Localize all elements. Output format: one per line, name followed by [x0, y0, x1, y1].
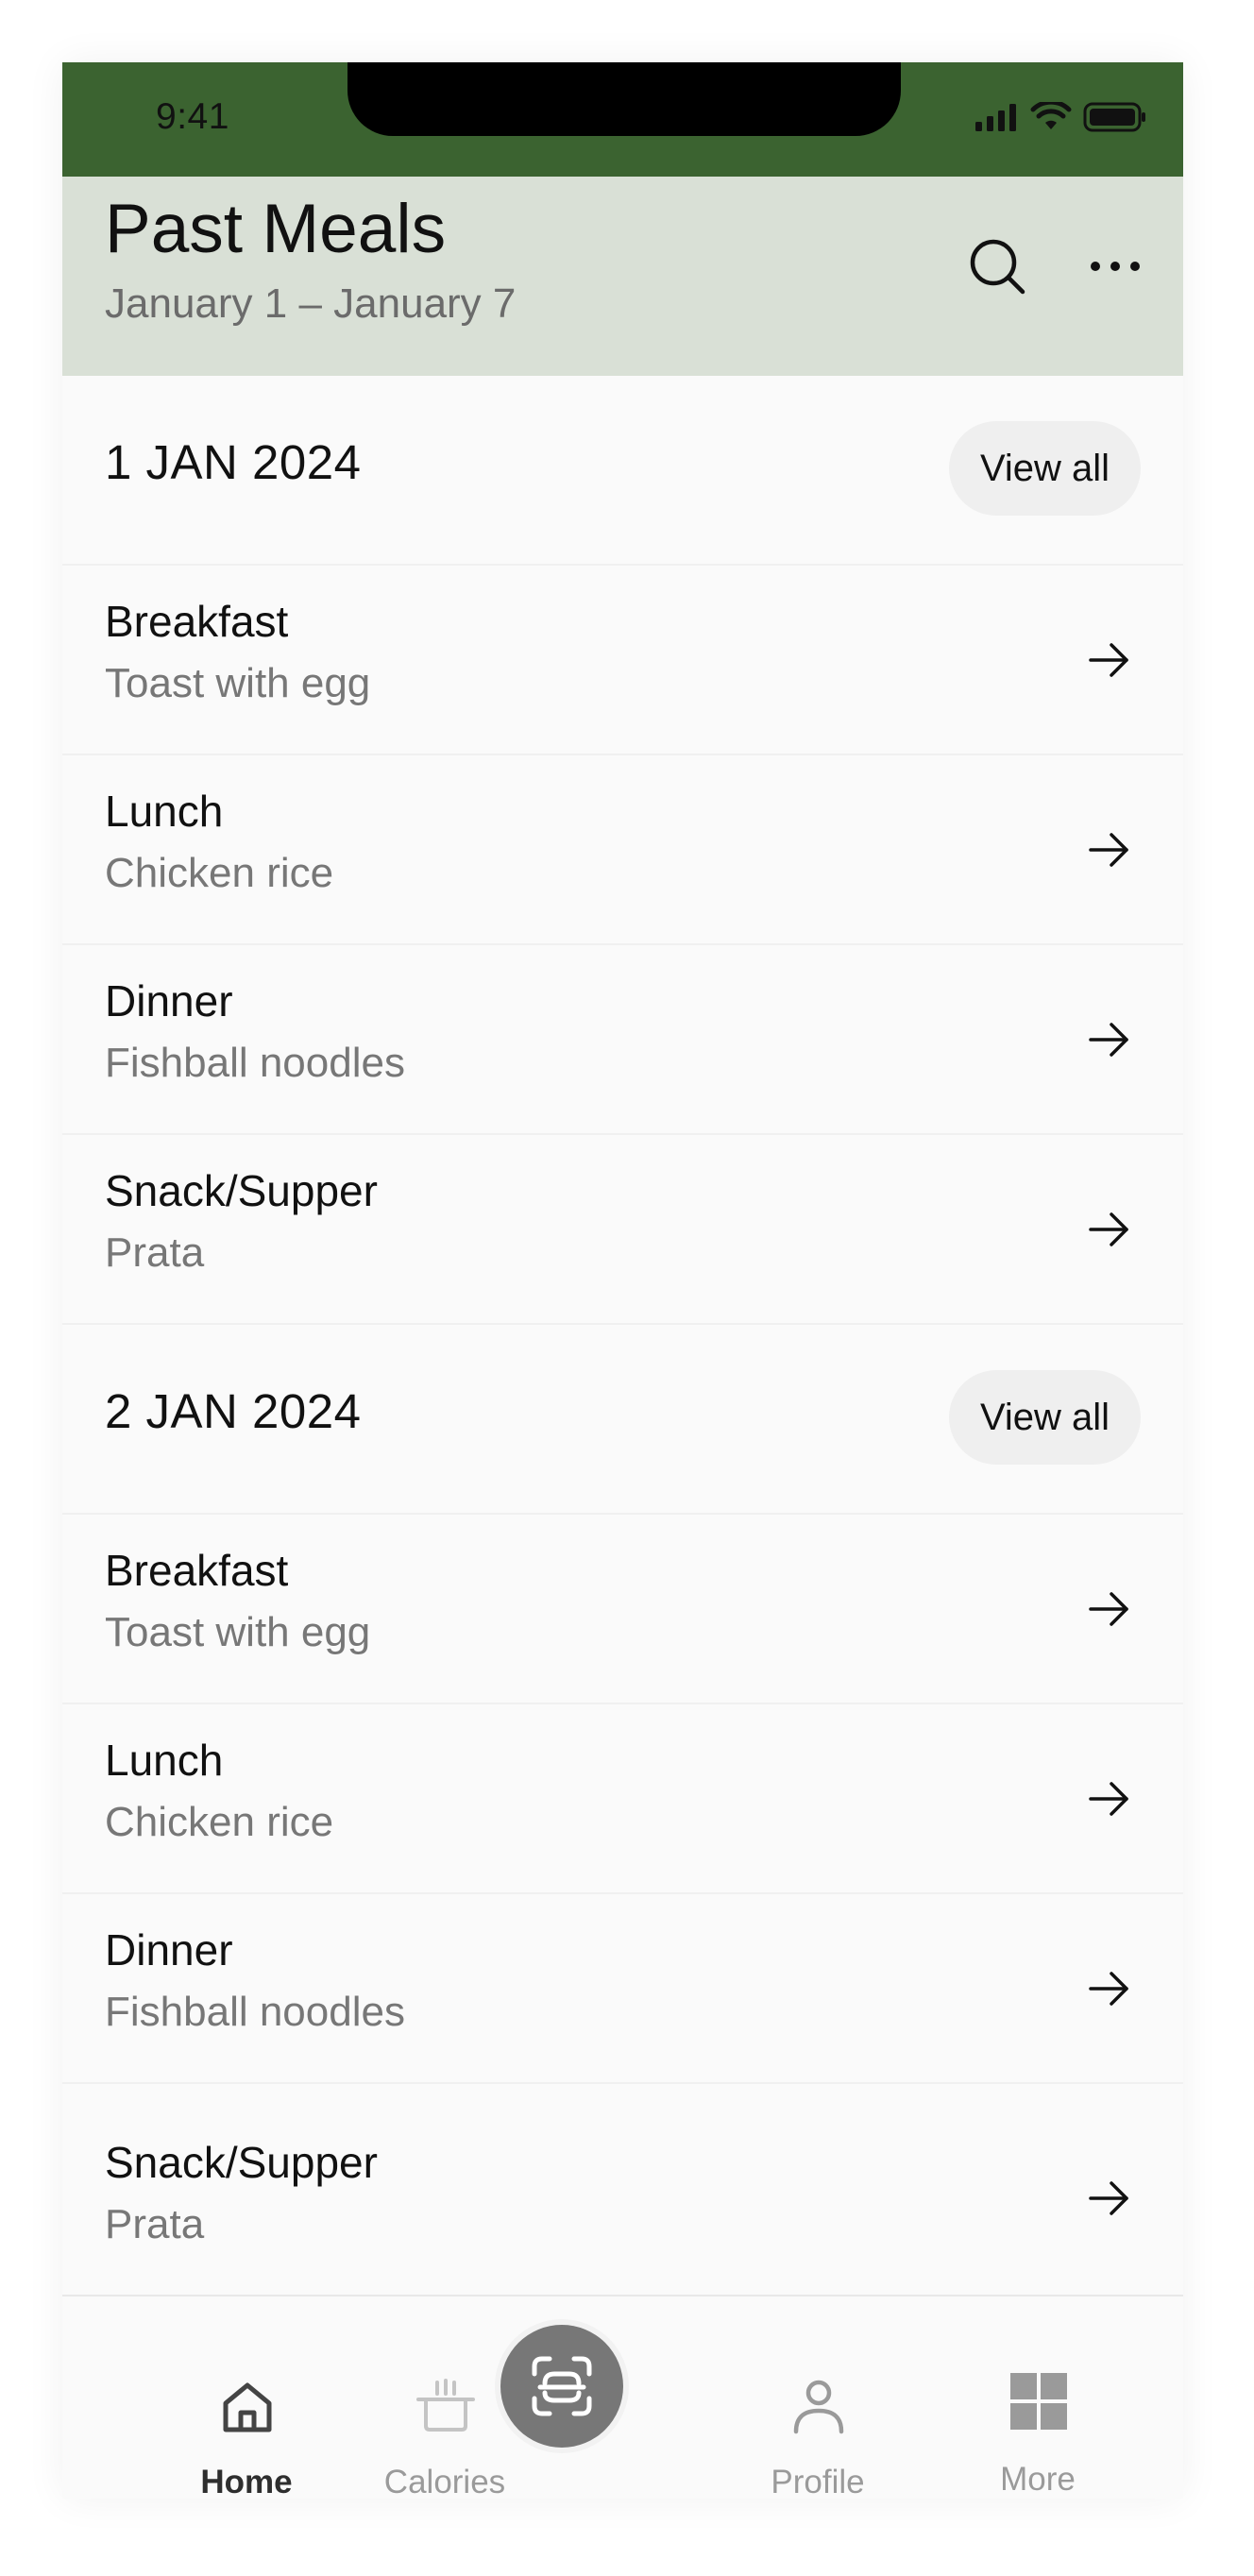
meal-row-dinner[interactable]: Dinner Fishball noodles — [62, 1894, 1183, 2084]
arrow-right-icon — [1089, 643, 1128, 677]
nav-item-profile[interactable]: Profile — [723, 2296, 912, 2499]
arrow-right-icon — [1089, 1212, 1128, 1246]
nav-item-home[interactable]: Home — [152, 2296, 341, 2499]
meal-row-dinner[interactable]: Dinner Fishball noodles — [62, 945, 1183, 1135]
date-label: 2 JAN 2024 — [105, 1384, 362, 1438]
page-title: Past Meals — [105, 191, 447, 267]
phone-screen: 9:41 Past Meals January 1 – January 7 1 … — [62, 62, 1183, 2499]
pot-icon — [416, 2379, 475, 2432]
meal-food: Prata — [105, 1229, 205, 1276]
arrow-right-icon — [1089, 1972, 1128, 2006]
meal-list: 1 JAN 2024 View all Breakfast Toast with… — [62, 376, 1183, 2313]
meal-name: Lunch — [105, 1736, 224, 1785]
meal-name: Dinner — [105, 976, 233, 1025]
home-icon — [223, 2382, 272, 2432]
date-header-row: 1 JAN 2024 View all — [62, 376, 1183, 566]
arrow-right-icon — [1089, 1592, 1128, 1626]
arrow-right-icon — [1089, 2181, 1128, 2215]
meal-food: Chicken rice — [105, 1799, 334, 1845]
date-range-subtitle: January 1 – January 7 — [105, 280, 517, 327]
arrow-right-icon — [1089, 1023, 1128, 1057]
nav-item-more[interactable]: More — [943, 2296, 1132, 2499]
meal-row-snack[interactable]: Snack/Supper Prata — [62, 2084, 1183, 2313]
meal-name: Snack/Supper — [105, 1166, 378, 1215]
meal-name: Lunch — [105, 787, 224, 836]
date-header-row: 2 JAN 2024 View all — [62, 1325, 1183, 1515]
nav-label-home: Home — [200, 2464, 293, 2499]
status-icons — [974, 102, 1147, 132]
search-button[interactable] — [964, 233, 1030, 299]
view-all-button[interactable]: View all — [949, 1370, 1141, 1465]
grid-icon — [1010, 2373, 1067, 2430]
scan-icon — [532, 2356, 592, 2416]
nav-label-profile: Profile — [771, 2464, 865, 2499]
person-icon — [793, 2380, 844, 2434]
meal-row-lunch[interactable]: Lunch Chicken rice — [62, 755, 1183, 945]
arrow-right-icon — [1089, 833, 1128, 867]
status-bar: 9:41 — [62, 62, 1183, 177]
meal-food: Fishball noodles — [105, 1989, 405, 2035]
meal-row-breakfast[interactable]: Breakfast Toast with egg — [62, 566, 1183, 755]
search-icon — [970, 239, 1025, 295]
meal-food: Fishball noodles — [105, 1040, 405, 1086]
signal-icon — [975, 104, 1016, 131]
meal-name: Breakfast — [105, 597, 289, 646]
meal-food: Prata — [105, 2201, 205, 2247]
meal-name: Dinner — [105, 1925, 233, 1974]
arrow-right-icon — [1089, 1782, 1128, 1816]
meal-row-lunch[interactable]: Lunch Chicken rice — [62, 1704, 1183, 1894]
date-label: 1 JAN 2024 — [105, 435, 362, 489]
view-all-button[interactable]: View all — [949, 421, 1141, 516]
more-options-button[interactable] — [1082, 233, 1148, 299]
meal-name: Breakfast — [105, 1546, 289, 1595]
meal-row-snack[interactable]: Snack/Supper Prata — [62, 1135, 1183, 1325]
more-horizontal-icon — [1091, 262, 1140, 271]
page-header: Past Meals January 1 – January 7 — [62, 177, 1183, 376]
meal-food: Chicken rice — [105, 850, 334, 896]
meal-name: Snack/Supper — [105, 2138, 378, 2187]
meal-food: Toast with egg — [105, 1609, 371, 1655]
nav-label-more: More — [1000, 2461, 1076, 2498]
nav-label-calories: Calories — [383, 2464, 506, 2499]
wifi-icon — [1030, 102, 1072, 129]
scan-meal-button[interactable] — [500, 2325, 623, 2448]
notch — [347, 62, 901, 136]
meal-food: Toast with egg — [105, 660, 371, 706]
status-time: 9:41 — [156, 96, 229, 137]
meal-row-breakfast[interactable]: Breakfast Toast with egg — [62, 1515, 1183, 1704]
battery-icon — [1083, 102, 1145, 132]
bottom-navigation: Home Calories Profile More — [62, 2295, 1183, 2499]
